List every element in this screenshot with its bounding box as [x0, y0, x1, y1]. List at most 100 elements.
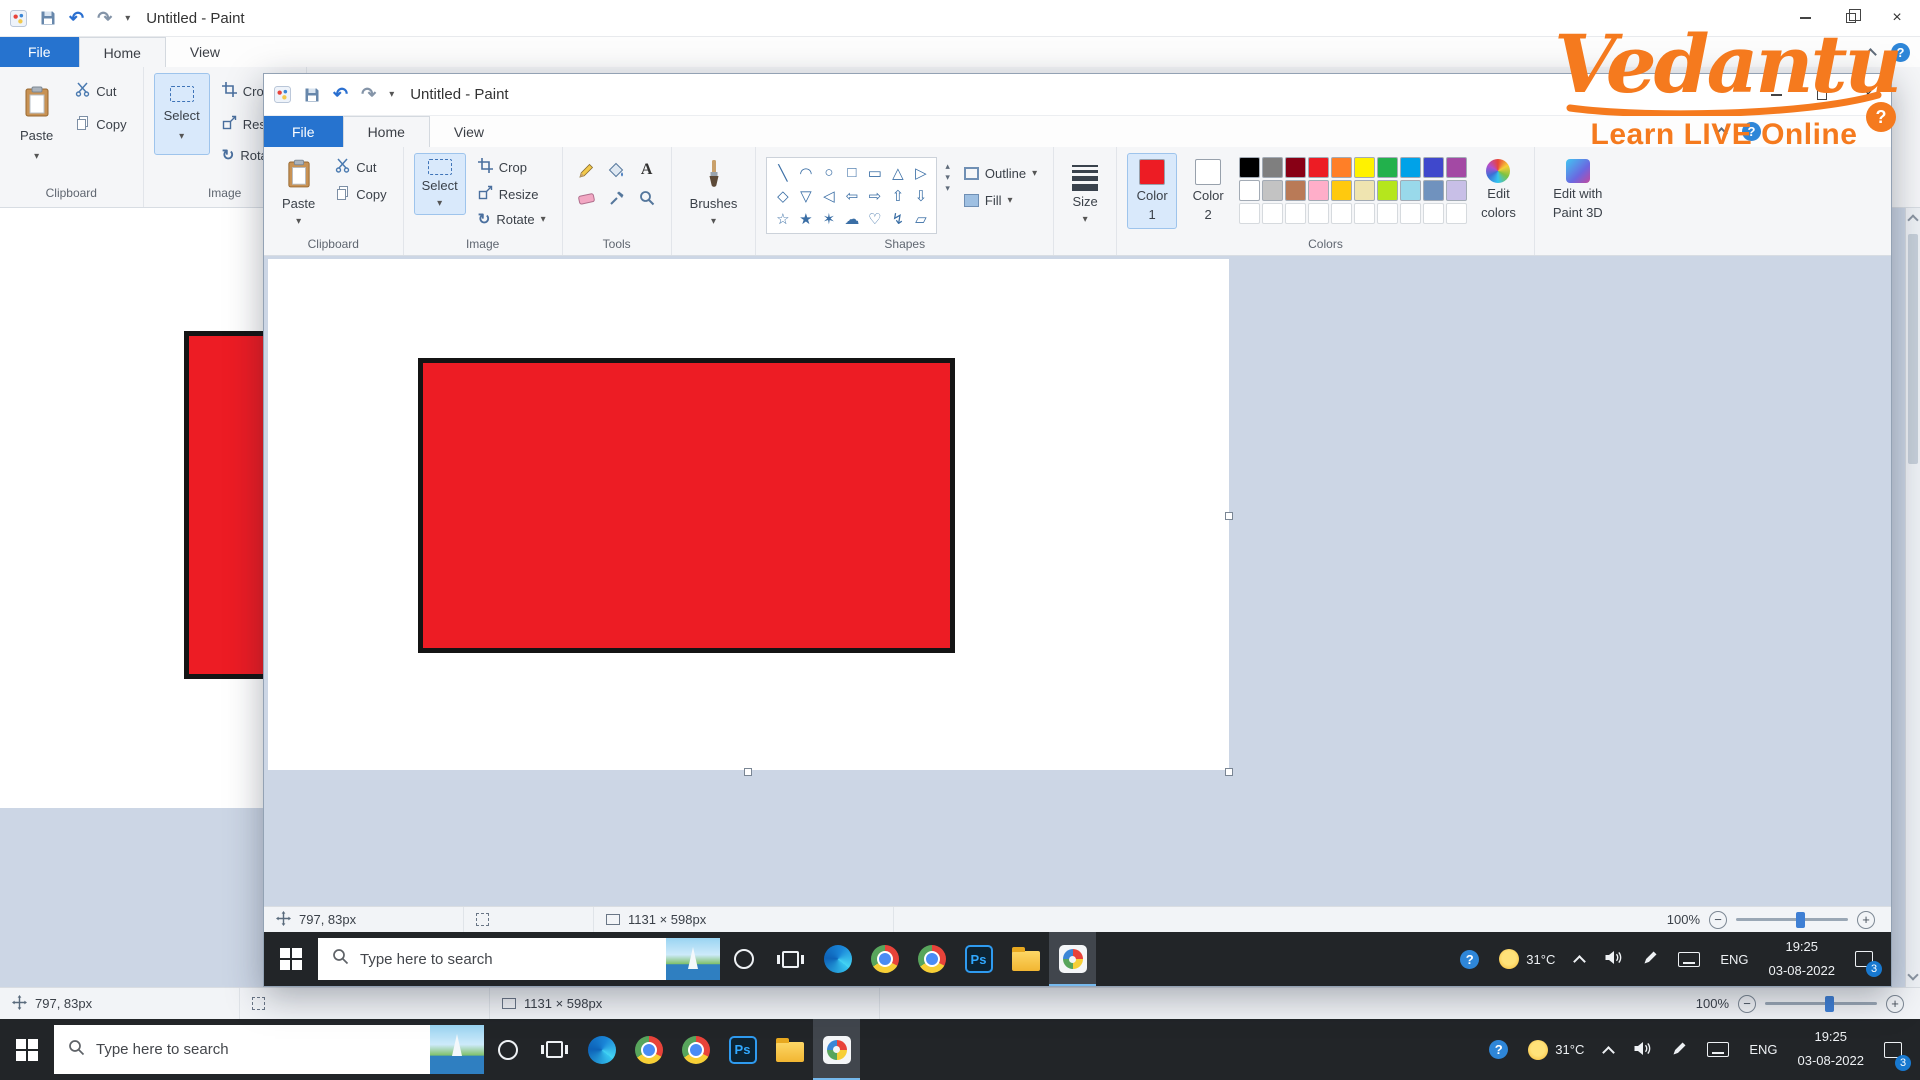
tab-home[interactable]: Home: [343, 116, 430, 147]
zoom-slider-thumb[interactable]: [1796, 912, 1805, 928]
palette-color[interactable]: [1331, 157, 1352, 178]
volume-button[interactable]: [1623, 1019, 1662, 1080]
zoom-out-button[interactable]: −: [1738, 995, 1756, 1013]
palette-color[interactable]: [1400, 180, 1421, 201]
pencil-tool[interactable]: [573, 157, 601, 183]
palette-empty-slot[interactable]: [1285, 203, 1306, 224]
help-icon[interactable]: ?: [1742, 122, 1761, 141]
palette-color[interactable]: [1354, 157, 1375, 178]
text-tool[interactable]: A: [633, 157, 661, 183]
save-icon[interactable]: [304, 87, 320, 103]
brushes-button[interactable]: Brushes ▾: [682, 153, 746, 233]
save-icon[interactable]: [40, 10, 56, 26]
notification-center-button[interactable]: 3: [1845, 932, 1883, 986]
edit-with-paint3d-button[interactable]: Edit with Paint 3D: [1545, 153, 1611, 227]
shape-option[interactable]: ◇: [771, 184, 794, 207]
shapes-scroll-down-icon[interactable]: ▾: [945, 172, 950, 183]
chrome2-taskbar-button[interactable]: [672, 1019, 719, 1080]
search-box[interactable]: Type here to search: [318, 938, 720, 980]
scroll-up-icon[interactable]: [1907, 214, 1918, 225]
volume-button[interactable]: [1594, 932, 1633, 986]
color-picker-tool[interactable]: [603, 185, 631, 211]
palette-empty-slot[interactable]: [1446, 203, 1467, 224]
resize-button[interactable]: Resize: [472, 182, 552, 206]
shape-option[interactable]: □: [840, 161, 863, 184]
minimize-button[interactable]: [1782, 0, 1828, 36]
search-highlight-image[interactable]: [430, 1025, 484, 1074]
pen-button[interactable]: [1662, 1019, 1697, 1080]
magnifier-tool[interactable]: [633, 185, 661, 211]
redo-icon[interactable]: ↷: [97, 8, 112, 29]
shape-option[interactable]: ▷: [909, 161, 932, 184]
palette-empty-slot[interactable]: [1308, 203, 1329, 224]
copy-button[interactable]: Copy: [329, 182, 392, 206]
notification-center-button[interactable]: 3: [1874, 1019, 1912, 1080]
shape-option[interactable]: ♡: [863, 207, 886, 230]
help-icon[interactable]: ?: [1891, 43, 1910, 62]
shape-option[interactable]: ◁: [817, 184, 840, 207]
outline-button[interactable]: Outline▾: [958, 163, 1043, 184]
shape-option[interactable]: ⇨: [863, 184, 886, 207]
touch-keyboard-button[interactable]: [1668, 932, 1710, 986]
palette-color[interactable]: [1377, 180, 1398, 201]
edge-taskbar-button[interactable]: [578, 1019, 625, 1080]
start-button[interactable]: [264, 932, 318, 986]
tab-file[interactable]: File: [264, 116, 343, 147]
palette-color[interactable]: [1285, 180, 1306, 201]
language-indicator[interactable]: ENG: [1710, 932, 1758, 986]
close-button[interactable]: ×: [1845, 74, 1891, 115]
palette-color[interactable]: [1308, 157, 1329, 178]
palette-empty-slot[interactable]: [1423, 203, 1444, 224]
select-button[interactable]: Select ▾: [154, 73, 210, 155]
tab-file[interactable]: File: [0, 37, 79, 67]
paste-button[interactable]: Paste ▾: [10, 73, 63, 175]
shape-option[interactable]: ◠: [794, 161, 817, 184]
palette-color[interactable]: [1446, 157, 1467, 178]
weather-widget[interactable]: 31°C: [1518, 1019, 1594, 1080]
pen-button[interactable]: [1633, 932, 1668, 986]
shape-option[interactable]: ╲: [771, 161, 794, 184]
palette-color[interactable]: [1239, 180, 1260, 201]
palette-color[interactable]: [1239, 157, 1260, 178]
vertical-scrollbar[interactable]: [1905, 208, 1920, 987]
cortana-button[interactable]: [720, 932, 767, 986]
tab-view[interactable]: View: [430, 116, 508, 147]
palette-color[interactable]: [1262, 157, 1283, 178]
file-explorer-taskbar-button[interactable]: [766, 1019, 813, 1080]
color2-button[interactable]: Color 2: [1183, 153, 1233, 229]
chrome2-taskbar-button[interactable]: [908, 932, 955, 986]
task-view-button[interactable]: [531, 1019, 578, 1080]
zoom-out-button[interactable]: −: [1709, 911, 1727, 929]
cortana-button[interactable]: [484, 1019, 531, 1080]
shape-option[interactable]: ⇦: [840, 184, 863, 207]
palette-color[interactable]: [1262, 180, 1283, 201]
zoom-in-button[interactable]: +: [1857, 911, 1875, 929]
palette-empty-slot[interactable]: [1331, 203, 1352, 224]
qat-dropdown-icon[interactable]: ▾: [125, 13, 130, 24]
paste-button[interactable]: Paste ▾: [274, 153, 323, 233]
palette-empty-slot[interactable]: [1400, 203, 1421, 224]
zoom-in-button[interactable]: +: [1886, 995, 1904, 1013]
collapse-ribbon-icon[interactable]: [1715, 127, 1728, 140]
palette-color[interactable]: [1423, 180, 1444, 201]
edge-taskbar-button[interactable]: [814, 932, 861, 986]
task-view-button[interactable]: [767, 932, 814, 986]
shape-option[interactable]: ▱: [909, 207, 932, 230]
copy-button[interactable]: Copy: [69, 112, 132, 136]
search-highlight-image[interactable]: [666, 938, 720, 980]
shape-option[interactable]: ▽: [794, 184, 817, 207]
canvas-resize-handle-corner[interactable]: [1225, 768, 1233, 776]
photoshop-taskbar-button[interactable]: Ps: [955, 932, 1002, 986]
shape-option[interactable]: ○: [817, 161, 840, 184]
palette-color[interactable]: [1377, 157, 1398, 178]
fill-bucket-tool[interactable]: [603, 157, 631, 183]
palette-empty-slot[interactable]: [1377, 203, 1398, 224]
palette-color[interactable]: [1285, 157, 1306, 178]
help-tray-button[interactable]: ?: [1450, 932, 1489, 986]
file-explorer-taskbar-button[interactable]: [1002, 932, 1049, 986]
select-button[interactable]: Select ▾: [414, 153, 466, 215]
canvas-resize-handle-bottom[interactable]: [744, 768, 752, 776]
cut-button[interactable]: Cut: [329, 155, 392, 179]
palette-color[interactable]: [1354, 180, 1375, 201]
restore-button[interactable]: [1828, 0, 1874, 36]
